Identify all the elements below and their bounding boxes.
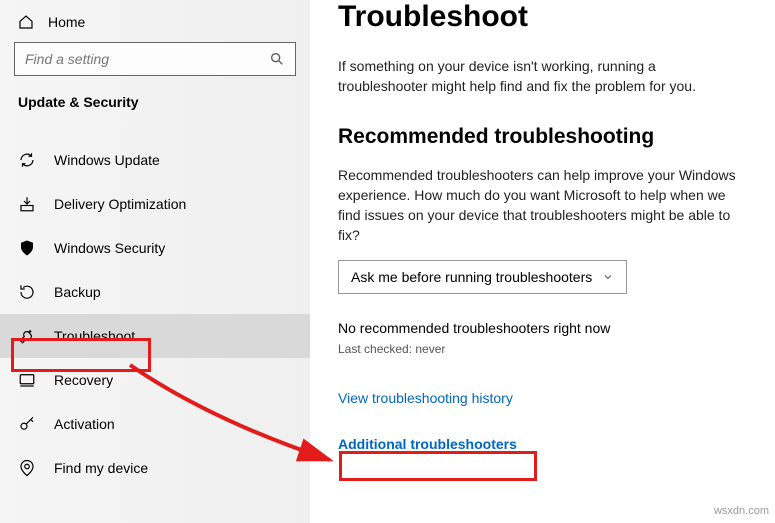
sidebar-item-windows-security[interactable]: Windows Security — [0, 226, 310, 270]
main-content: Troubleshoot If something on your device… — [310, 0, 775, 523]
sidebar-nav: Windows Update Delivery Optimization Win… — [0, 138, 310, 490]
download-icon — [18, 195, 36, 213]
sidebar-item-windows-update[interactable]: Windows Update — [0, 138, 310, 182]
shield-icon — [18, 239, 36, 257]
intro-text: If something on your device isn't workin… — [338, 56, 747, 97]
recovery-icon — [18, 371, 36, 389]
home-icon — [18, 14, 34, 30]
location-icon — [18, 459, 36, 477]
backup-icon — [18, 283, 36, 301]
sidebar-item-label: Windows Update — [54, 152, 160, 168]
home-nav[interactable]: Home — [0, 14, 310, 42]
dropdown-value: Ask me before running troubleshooters — [351, 269, 592, 285]
sidebar-item-label: Recovery — [54, 372, 113, 388]
sidebar-item-label: Delivery Optimization — [54, 196, 186, 212]
recommended-body: Recommended troubleshooters can help imp… — [338, 165, 747, 246]
search-field[interactable] — [25, 51, 269, 67]
sidebar-item-find-my-device[interactable]: Find my device — [0, 446, 310, 490]
sidebar-item-delivery-optimization[interactable]: Delivery Optimization — [0, 182, 310, 226]
page-title: Troubleshoot — [338, 0, 747, 34]
status-text: No recommended troubleshooters right now — [338, 320, 747, 336]
home-label: Home — [48, 14, 85, 30]
sidebar-item-troubleshoot[interactable]: Troubleshoot — [0, 314, 310, 358]
sidebar-item-backup[interactable]: Backup — [0, 270, 310, 314]
chevron-down-icon — [602, 271, 614, 283]
sidebar-item-label: Troubleshoot — [54, 328, 135, 344]
additional-troubleshooters-link[interactable]: Additional troubleshooters — [338, 436, 747, 452]
watermark: wsxdn.com — [714, 505, 769, 517]
sidebar-item-label: Windows Security — [54, 240, 165, 256]
recommended-heading: Recommended troubleshooting — [338, 125, 747, 149]
settings-sidebar: Home Update & Security Windows Update De… — [0, 0, 310, 523]
sync-icon — [18, 151, 36, 169]
sidebar-item-activation[interactable]: Activation — [0, 402, 310, 446]
search-icon — [269, 51, 285, 67]
troubleshooter-preference-dropdown[interactable]: Ask me before running troubleshooters — [338, 260, 627, 294]
sidebar-section-title: Update & Security — [0, 90, 310, 120]
sidebar-item-label: Activation — [54, 416, 115, 432]
sidebar-item-recovery[interactable]: Recovery — [0, 358, 310, 402]
wrench-icon — [18, 327, 36, 345]
sidebar-item-label: Find my device — [54, 460, 148, 476]
view-history-link[interactable]: View troubleshooting history — [338, 390, 747, 406]
last-checked-text: Last checked: never — [338, 342, 747, 356]
key-icon — [18, 415, 36, 433]
search-input[interactable] — [14, 42, 296, 76]
sidebar-item-label: Backup — [54, 284, 101, 300]
